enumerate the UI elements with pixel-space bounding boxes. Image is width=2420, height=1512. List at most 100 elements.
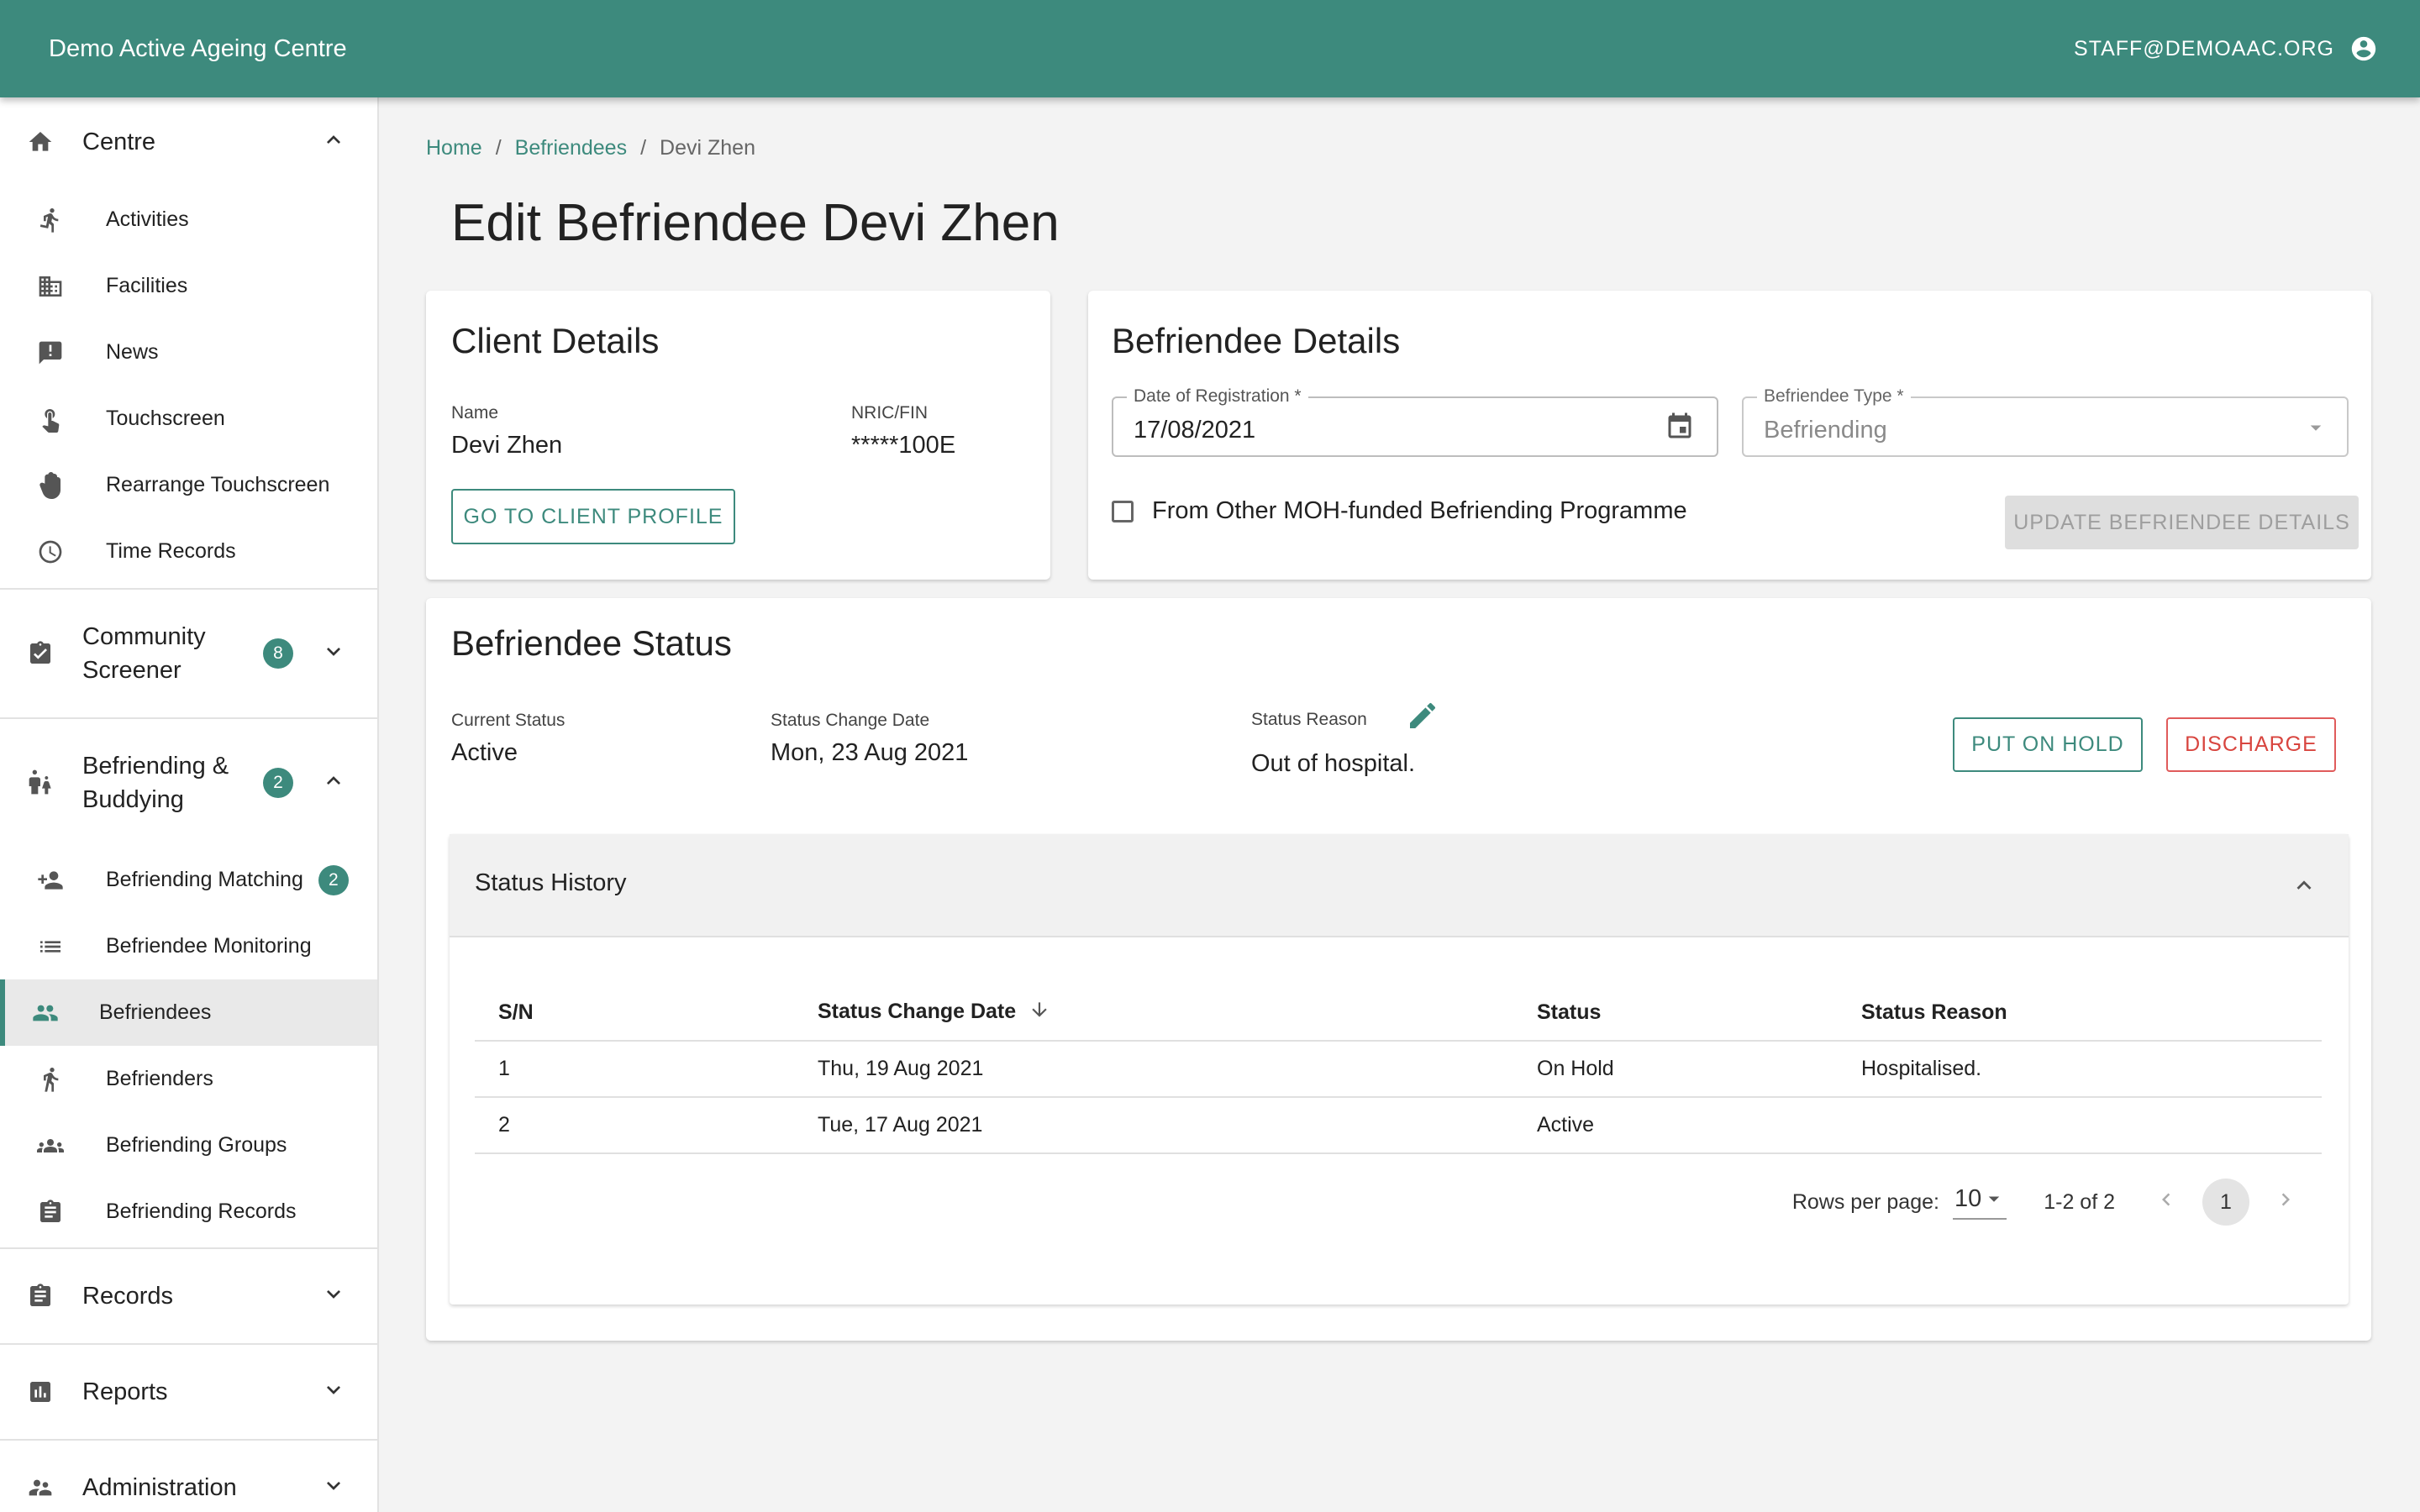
chevron-down-icon (320, 1473, 347, 1504)
table-pagination: Rows per page: 10 1-2 of 2 1 (1792, 1179, 2298, 1226)
sidebar-section-label: Reports (82, 1378, 168, 1405)
arrow-down-icon (1028, 999, 1050, 1026)
sidebar-item-befriendee-monitoring[interactable]: Befriendee Monitoring (0, 913, 377, 979)
name-label: Name (451, 403, 499, 423)
status-change-date-label: Status Change Date (771, 711, 930, 730)
user-menu[interactable]: STAFF@DEMOAAC.ORG (2074, 34, 2378, 63)
chevron-left-icon[interactable] (2154, 1187, 2179, 1218)
edit-pencil-icon[interactable] (1406, 699, 1439, 737)
sidebar-item-befriending-records[interactable]: Befriending Records (0, 1179, 377, 1245)
hand-icon (37, 471, 64, 499)
date-of-registration-field[interactable]: Date of Registration * 17/08/2021 (1112, 386, 1718, 457)
sidebar-item-befrienders[interactable]: Befrienders (0, 1046, 377, 1112)
breadcrumb-separator: / (495, 136, 502, 160)
breadcrumb-home[interactable]: Home (426, 136, 482, 160)
assignment-icon (27, 1283, 54, 1310)
page-title: Edit Befriendee Devi Zhen (451, 194, 1060, 252)
label-line-2: Buddying (82, 786, 184, 813)
sidebar-item-befriending-groups[interactable]: Befriending Groups (0, 1112, 377, 1179)
calendar-icon[interactable] (1665, 412, 1695, 446)
put-on-hold-button[interactable]: PUT ON HOLD (1953, 717, 2143, 772)
count-badge: 2 (263, 768, 293, 798)
label-line-1: Community (82, 623, 206, 650)
sidebar-item-label: Befriending Groups (106, 1133, 287, 1157)
home-icon (27, 129, 54, 155)
checkbox-box[interactable] (1112, 500, 1134, 522)
sidebar-item-label: News (106, 340, 159, 364)
building-icon (37, 273, 64, 300)
person-walking-icon (37, 1066, 64, 1093)
accordion-header[interactable]: Status History (450, 834, 2349, 937)
rows-per-page-value: 10 (1954, 1184, 1982, 1212)
cell-reason: Hospitalised. (1838, 1041, 2322, 1098)
breadcrumb-befriendees[interactable]: Befriendees (515, 136, 627, 160)
chevron-right-icon[interactable] (2273, 1187, 2298, 1218)
current-status-value: Active (451, 739, 518, 766)
clock-icon (37, 538, 64, 565)
supervisor-account-icon (27, 1474, 54, 1501)
discharge-button[interactable]: DISCHARGE (2166, 717, 2336, 772)
sidebar-item-befriending-matching[interactable]: Befriending Matching 2 (0, 847, 377, 913)
cell-status: On Hold (1513, 1041, 1838, 1098)
column-header-status-change-date[interactable]: Status Change Date (794, 985, 1513, 1042)
sidebar: Centre Activities Facilities News Touchs… (0, 97, 379, 1512)
befriendee-type-select[interactable]: Befriendee Type * Befriending (1742, 386, 2349, 457)
cell-date: Thu, 19 Aug 2021 (794, 1041, 1513, 1098)
breadcrumb: Home / Befriendees / Devi Zhen (426, 136, 755, 160)
table-header-row: S/N Status Change Date Status Status Rea… (475, 985, 2322, 1042)
status-reason-value: Out of hospital. (1251, 750, 1416, 777)
chevron-down-icon (320, 1377, 347, 1408)
sidebar-section-label: Befriending & Buddying (82, 749, 229, 816)
checklist-icon (27, 640, 54, 667)
people-icon (32, 1000, 59, 1026)
dropdown-arrow-icon (1988, 1196, 2000, 1202)
sidebar-item-label: Befriending Records (106, 1200, 297, 1223)
befriendee-details-card: Befriendee Details Date of Registration … (1088, 291, 2371, 580)
page-button[interactable]: 1 (2202, 1179, 2249, 1226)
sidebar-section-community-screener[interactable]: Community Screener 8 (0, 590, 377, 717)
pagination-range: 1-2 of 2 (2044, 1189, 2115, 1214)
sidebar-item-label: Befriendee Monitoring (106, 934, 312, 958)
sidebar-item-rearrange-touchscreen[interactable]: Rearrange Touchscreen (0, 452, 377, 518)
sidebar-item-befriendees[interactable]: Befriendees (0, 979, 377, 1046)
table-row: 1 Thu, 19 Aug 2021 On Hold Hospitalised. (475, 1041, 2322, 1098)
sidebar-item-activities[interactable]: Activities (0, 186, 377, 253)
field-label: Befriendee Type * (1757, 386, 1911, 407)
breadcrumb-current: Devi Zhen (660, 136, 755, 160)
sidebar-item-label: Facilities (106, 274, 188, 297)
sidebar-item-news[interactable]: News (0, 319, 377, 386)
sidebar-section-befriending-buddying[interactable]: Befriending & Buddying 2 (0, 719, 377, 847)
run-icon (37, 207, 64, 234)
type-value: Befriending (1764, 417, 1887, 444)
nric-value: *****100E (851, 432, 956, 459)
announcement-icon (37, 339, 64, 366)
rows-per-page-label: Rows per page: (1791, 1189, 1939, 1214)
bar-chart-icon (27, 1378, 54, 1405)
sidebar-section-label: Records (82, 1283, 173, 1310)
account-circle-icon (2351, 36, 2376, 61)
card-title: Befriendee Details (1112, 321, 1401, 360)
status-history-table: S/N Status Change Date Status Status Rea… (475, 985, 2322, 1154)
sidebar-item-label: Time Records (106, 539, 236, 563)
sidebar-section-reports[interactable]: Reports (0, 1345, 377, 1439)
rows-per-page-select[interactable]: 10 (1952, 1184, 2007, 1220)
sidebar-item-touchscreen[interactable]: Touchscreen (0, 386, 377, 452)
sidebar-item-time-records[interactable]: Time Records (0, 518, 377, 585)
label-line-2: Screener (82, 657, 182, 684)
chevron-up-icon (2290, 871, 2318, 904)
client-details-card: Client Details Name Devi Zhen NRIC/FIN *… (426, 291, 1050, 580)
status-history-accordion: Status History S/N Status Change Date St… (450, 834, 2349, 1305)
dropdown-arrow-icon (2303, 415, 2328, 444)
sidebar-item-facilities[interactable]: Facilities (0, 253, 377, 319)
sidebar-section-administration[interactable]: Administration (0, 1441, 377, 1512)
sidebar-section-centre[interactable]: Centre (0, 97, 377, 186)
user-email: STAFF@DEMOAAC.ORG (2074, 36, 2334, 60)
card-title: Befriendee Status (451, 623, 732, 663)
cell-status: Active (1513, 1097, 1838, 1154)
sidebar-section-records[interactable]: Records (0, 1249, 377, 1343)
update-befriendee-details-button[interactable]: UPDATE BEFRIENDEE DETAILS (2005, 496, 2359, 549)
count-badge: 2 (318, 864, 349, 895)
go-to-client-profile-button[interactable]: GO TO CLIENT PROFILE (451, 489, 735, 544)
moh-programme-checkbox[interactable]: From Other MOH-funded Befriending Progra… (1112, 497, 1687, 525)
chevron-up-icon (320, 768, 347, 799)
